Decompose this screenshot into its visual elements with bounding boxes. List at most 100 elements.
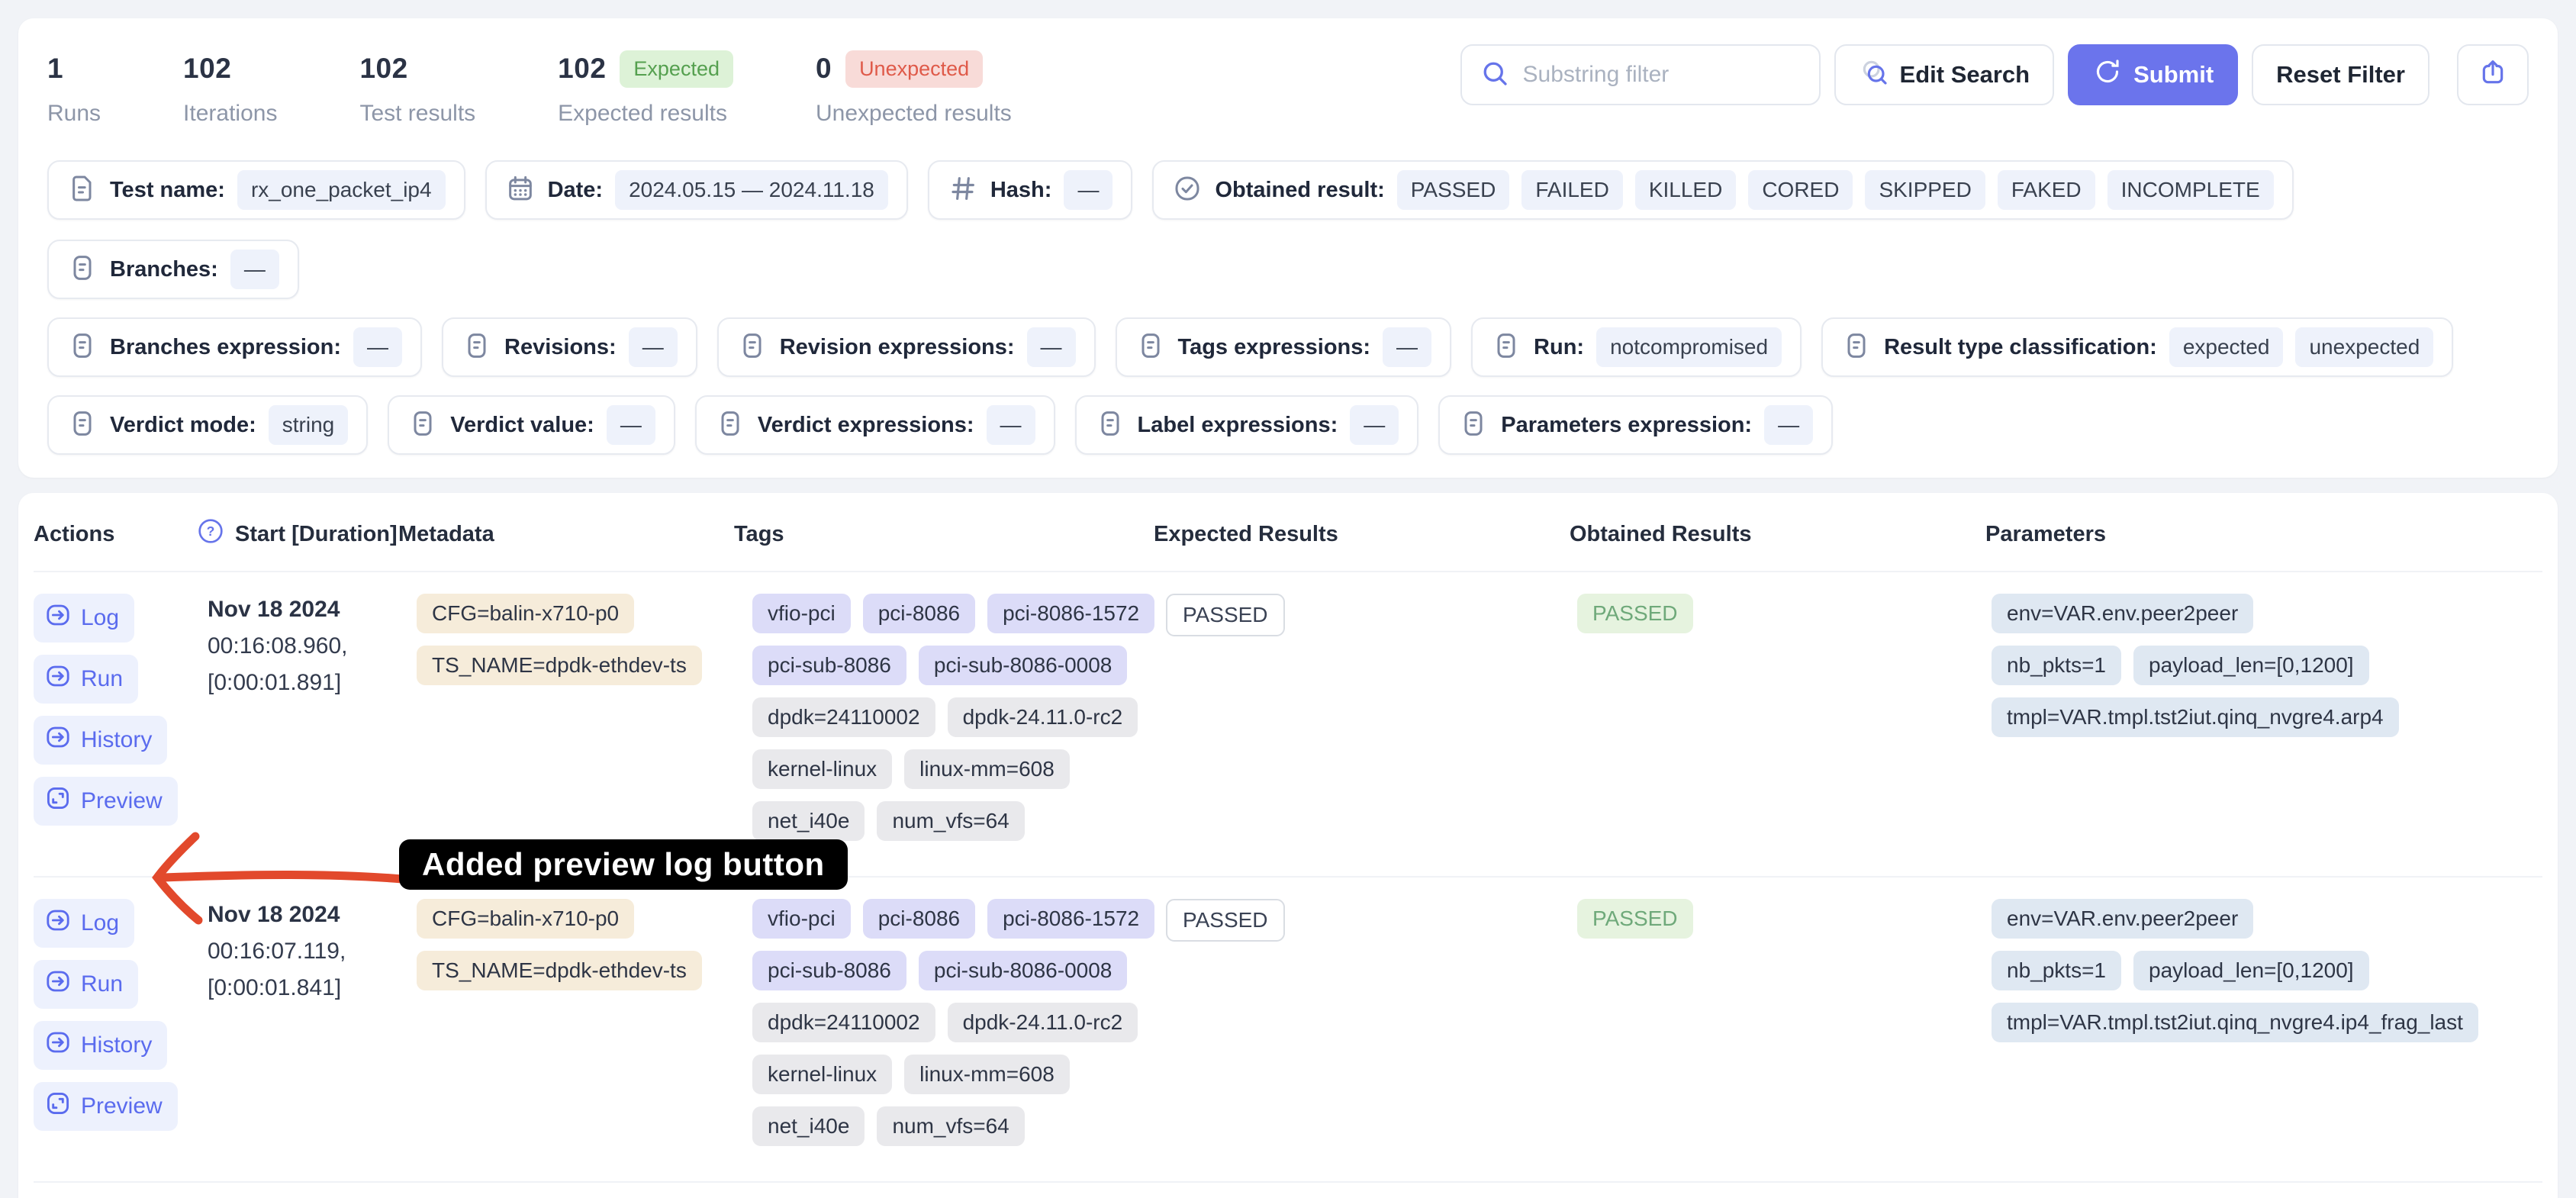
filter-chip-verdict-value[interactable]: Verdict value:—: [388, 395, 675, 455]
check-circle-icon: [1172, 173, 1203, 208]
filter-value: FAKED: [1998, 170, 2095, 210]
tag-chip: pci-8086-1572: [987, 594, 1154, 633]
filter-label: Test name:: [110, 178, 225, 203]
run-button-label: Run: [81, 666, 123, 692]
filter-chip-branches[interactable]: Branches: —: [47, 240, 299, 299]
run-button[interactable]: Run: [34, 960, 138, 1009]
filter-chip-date[interactable]: Date:2024.05.15 — 2024.11.18: [485, 160, 908, 220]
log-button[interactable]: Log: [34, 899, 134, 948]
preview-button[interactable]: Preview: [34, 1082, 178, 1131]
card-icon: [67, 253, 98, 287]
parameter-chip: tmpl=VAR.tmpl.tst2iut.qinq_nvgre4.arp4: [1992, 697, 2399, 737]
filter-label: Verdict mode:: [110, 413, 256, 438]
parameter-line: tmpl=VAR.tmpl.tst2iut.qinq_nvgre4.ip4_fr…: [1992, 1003, 2478, 1042]
tag-line: dpdk=24110002dpdk-24.11.0-rc2: [752, 697, 1138, 737]
obtained-result-chip: PASSED: [1577, 899, 1693, 939]
filter-row: Branches expression:— Revisions:— Revision…: [47, 317, 2529, 377]
expected-result-chip: PASSED: [1166, 594, 1285, 636]
filter-row: Verdict mode:stringVerdict value:—Verdic…: [47, 395, 2529, 455]
filter-chip-branches-expression[interactable]: Branches expression:—: [47, 317, 422, 377]
filter-value: —: [1027, 327, 1076, 367]
filter-chip-hash[interactable]: Hash:—: [928, 160, 1133, 220]
refresh-icon: [2092, 56, 2123, 93]
filter-value: unexpected: [2295, 327, 2433, 367]
run-button[interactable]: Run: [34, 655, 138, 704]
history-button[interactable]: History: [34, 716, 167, 765]
obtained-cell: PASSED: [1570, 594, 1985, 633]
actions-cell: Log Run History Preview: [34, 899, 195, 1131]
edit-search-icon: [1859, 56, 1889, 93]
substring-filter-input[interactable]: [1523, 62, 1818, 88]
stat-label: Unexpected results: [816, 101, 1012, 127]
metadata-chip: TS_NAME=dpdk-ethdev-ts: [417, 646, 702, 685]
filter-label: Obtained result:: [1215, 178, 1384, 203]
tag-line: pci-sub-8086pci-sub-8086-0008: [752, 951, 1127, 990]
reset-filter-label: Reset Filter: [2276, 61, 2405, 89]
filter-chip-test-name[interactable]: Test name:rx_one_packet_ip4: [47, 160, 465, 220]
obtained-cell: PASSED: [1570, 899, 1985, 939]
filter-chip-parameters-expression[interactable]: Parameters expression:—: [1438, 395, 1833, 455]
filter-label: Verdict value:: [450, 413, 594, 438]
submit-button[interactable]: Submit: [2068, 44, 2238, 105]
metadata-chip: TS_NAME=dpdk-ethdev-ts: [417, 951, 702, 990]
filter-chip-revisions[interactable]: Revisions:—: [442, 317, 697, 377]
box-arrow-icon: [44, 601, 72, 635]
filter-label: Label expressions:: [1138, 413, 1338, 438]
export-button[interactable]: [2457, 44, 2529, 105]
search-icon: [1479, 57, 1511, 93]
filter-chip-tags-expressions[interactable]: Tags expressions:—: [1116, 317, 1452, 377]
preview-button[interactable]: Preview: [34, 777, 178, 826]
stats-bar: 1Runs102Iterations102Test results102Expe…: [47, 44, 1012, 127]
actions-cell: Log Run History Preview: [34, 594, 195, 826]
filter-label: Date:: [548, 178, 604, 203]
edit-search-button[interactable]: Edit Search: [1834, 44, 2055, 105]
filter-chip-verdict-expressions[interactable]: Verdict expressions:—: [695, 395, 1055, 455]
parameter-line: env=VAR.env.peer2peer: [1992, 594, 2253, 633]
log-button-label: Log: [81, 605, 119, 631]
tag-line: net_i40enum_vfs=64: [752, 801, 1025, 841]
substring-filter[interactable]: [1460, 44, 1821, 105]
filter-value: expected: [2169, 327, 2284, 367]
help-icon[interactable]: ?: [195, 516, 226, 552]
tag-chip: pci-8086: [863, 899, 975, 939]
filter-value: —: [230, 250, 279, 289]
filter-chip-obtained-result[interactable]: Obtained result:PASSEDFAILEDKILLEDCOREDS…: [1152, 160, 2293, 220]
card-icon: [67, 408, 98, 443]
filter-label: Branches:: [110, 257, 218, 282]
filter-row: Test name:rx_one_packet_ip4 Date:2024.05.…: [47, 160, 2529, 299]
filter-chip-run[interactable]: Run:notcompromised: [1471, 317, 1802, 377]
results-table: Actions ? Start [Duration] Metadata Tags…: [18, 493, 2558, 1198]
reset-filter-button[interactable]: Reset Filter: [2252, 44, 2429, 105]
history-button[interactable]: History: [34, 1021, 167, 1070]
parameters-cell: env=VAR.env.peer2peernb_pkts=1payload_le…: [1985, 594, 2542, 749]
filter-value: FAILED: [1521, 170, 1622, 210]
stat-badge: Expected: [620, 50, 733, 88]
filter-label: Hash:: [990, 178, 1052, 203]
stat-label: Expected results: [558, 101, 733, 127]
tag-chip: num_vfs=64: [877, 1106, 1024, 1146]
filter-chip-verdict-mode[interactable]: Verdict mode:string: [47, 395, 368, 455]
tag-chip: pci-sub-8086: [752, 646, 906, 685]
filter-label: Parameters expression:: [1501, 413, 1752, 438]
expected-cell: PASSED: [1154, 899, 1570, 942]
tags-cell: vfio-pcipci-8086pci-8086-1572pci-sub-808…: [734, 594, 1154, 853]
filter-chip-result-type-classification[interactable]: Result type classification:expectedunexp…: [1821, 317, 2453, 377]
filter-label: Revision expressions:: [780, 335, 1015, 360]
filter-value: —: [987, 405, 1035, 445]
tag-line: vfio-pci pci-8086 pci-8086-1572: [752, 899, 1154, 939]
stat-badge: Unexpected: [845, 50, 983, 88]
tag-chip: linux-mm=608: [904, 749, 1070, 789]
tag-chip: pci-8086-1572: [987, 899, 1154, 939]
log-button[interactable]: Log: [34, 594, 134, 642]
parameter-line: tmpl=VAR.tmpl.tst2iut.qinq_nvgre4.arp4: [1992, 697, 2399, 737]
card-icon: [1491, 330, 1521, 365]
table-header: Actions ? Start [Duration] Metadata Tags…: [34, 493, 2542, 571]
tags-cell: vfio-pci pci-8086 pci-8086-1572 pci-sub-808…: [734, 899, 1154, 1158]
card-icon: [1458, 408, 1489, 443]
tag-chip: linux-mm=608: [904, 1055, 1070, 1094]
tag-chip: vfio-pci: [752, 899, 851, 939]
filter-chip-revision-expressions[interactable]: Revision expressions: —: [717, 317, 1096, 377]
filter-chip-label-expressions[interactable]: Label expressions:—: [1075, 395, 1419, 455]
file-icon: [67, 173, 98, 208]
toolbar: Edit Search Submit Reset Filter: [1460, 44, 2529, 105]
